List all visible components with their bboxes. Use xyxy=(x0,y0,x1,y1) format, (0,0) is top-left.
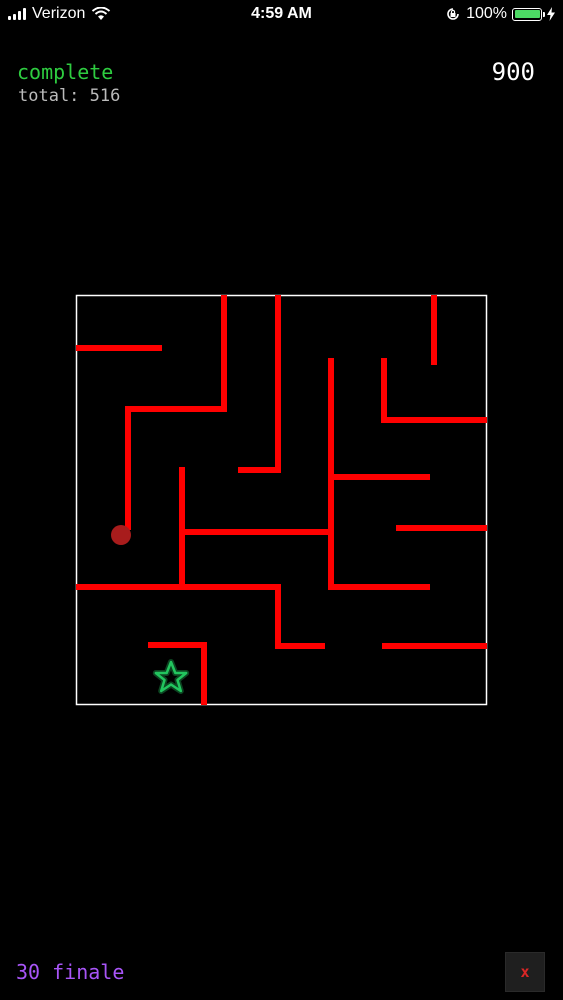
maze-wall xyxy=(328,358,430,590)
maze-walls xyxy=(76,295,487,705)
star-icon xyxy=(152,659,190,694)
close-label: x xyxy=(520,963,530,981)
maze-board[interactable] xyxy=(0,0,563,1000)
level-label: 30 finale xyxy=(16,960,125,984)
player-ball[interactable] xyxy=(111,525,131,545)
maze-wall xyxy=(381,358,487,423)
maze-wall xyxy=(76,584,325,649)
maze-wall xyxy=(125,295,227,530)
maze-wall xyxy=(238,295,281,473)
close-button[interactable]: x xyxy=(505,952,545,992)
